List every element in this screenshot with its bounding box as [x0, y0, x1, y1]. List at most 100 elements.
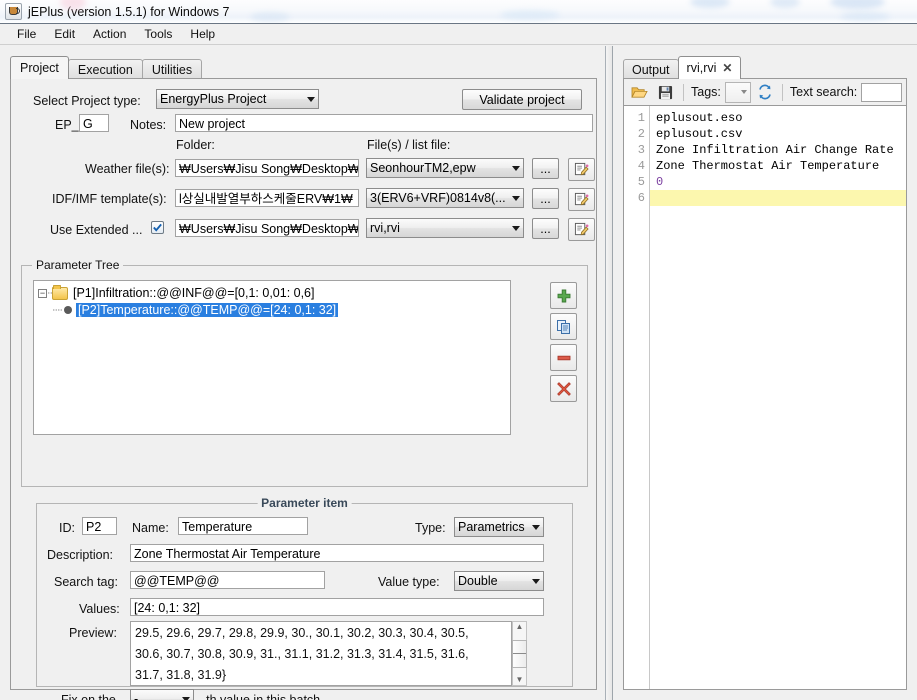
weather-browse-button[interactable]: ... [532, 158, 559, 179]
chevron-down-icon [740, 90, 747, 94]
tab-utilities[interactable]: Utilities [141, 59, 203, 80]
code-line: Zone Infiltration Air Change Rate [656, 143, 894, 157]
duplicate-parameter-button[interactable] [550, 313, 577, 340]
open-file-button[interactable] [628, 82, 650, 102]
tree-node-p2[interactable]: ‧‧‧‧ [P2]Temperature::@@TEMP@@=[24: 0,1:… [52, 302, 510, 318]
fix-value: - [134, 692, 139, 700]
folder-column-header: Folder: [176, 138, 215, 152]
validate-project-button[interactable]: Validate project [462, 89, 582, 110]
bullet-icon [64, 306, 72, 314]
menu-tools[interactable]: Tools [135, 25, 181, 43]
tags-label: Tags: [691, 85, 721, 99]
menu-bar: File Edit Action Tools Help [0, 24, 917, 45]
line-number: 3 [637, 143, 645, 157]
preview-line: 29.5, 29.6, 29.7, 29.8, 29.9, 30., 30.1,… [135, 626, 469, 640]
use-extended-checkbox[interactable] [151, 221, 164, 234]
chevron-down-icon [512, 225, 520, 231]
weather-files-label: Weather file(s): [85, 162, 170, 176]
name-input[interactable]: Temperature [178, 517, 308, 535]
parameter-tree[interactable]: − ‧‧ [P1]Infiltration::@@INF@@=[0,1: 0,0… [33, 280, 511, 435]
edit-pencil-icon [574, 192, 589, 206]
code-area[interactable]: eplusout.eso eplusout.csv Zone Infiltrat… [650, 106, 906, 689]
menu-action[interactable]: Action [84, 25, 135, 43]
idf-template-label: IDF/IMF template(s): [52, 192, 167, 206]
title-bar: jEPlus (version 1.5.1) for Windows 7 [0, 0, 917, 24]
weather-file-combo[interactable]: SeonhourTM2,epw [366, 158, 524, 178]
refresh-button[interactable] [755, 82, 775, 102]
text-search-input[interactable] [861, 82, 902, 102]
tab-project[interactable]: Project [10, 56, 69, 79]
tree-node-p2-label: [P2]Temperature::@@TEMP@@=[24: 0,1: 32] [76, 303, 339, 317]
idf-browse-button[interactable]: ... [532, 188, 559, 209]
save-file-button[interactable] [654, 82, 676, 102]
tree-connector: ‧‧‧‧ [52, 304, 63, 317]
expander-collapse-icon[interactable]: − [38, 288, 47, 298]
fix-value-combo[interactable]: - [130, 689, 194, 700]
tab-execution[interactable]: Execution [67, 59, 143, 80]
tab-rvi[interactable]: rvi,rvi ✕ [677, 56, 742, 79]
add-parameter-button[interactable] [550, 282, 577, 309]
menu-help[interactable]: Help [181, 25, 224, 43]
project-tab-panel: Select Project type: EnergyPlus Project … [10, 78, 597, 700]
line-number-gutter: 1 2 3 4 5 6 [624, 106, 650, 689]
text-search-label: Text search: [789, 85, 858, 99]
folder-icon [52, 284, 68, 300]
chevron-down-icon [532, 578, 540, 584]
id-input[interactable]: P2 [82, 517, 117, 535]
idf-edit-button[interactable] [568, 188, 595, 211]
value-type-label: Value type: [378, 575, 440, 589]
description-input[interactable]: Zone Thermostat Air Temperature [130, 544, 544, 562]
values-input[interactable]: [24: 0,1: 32] [130, 598, 544, 616]
value-type-combo[interactable]: Double [454, 571, 544, 591]
chevron-down-icon [307, 96, 315, 102]
window-title: jEPlus (version 1.5.1) for Windows 7 [28, 4, 230, 19]
delete-parameter-button[interactable] [550, 375, 577, 402]
search-tag-input[interactable]: @@TEMP@@ [130, 571, 325, 589]
scrollbar-thumb[interactable] [512, 639, 527, 668]
chevron-down-icon [512, 165, 520, 171]
weather-file-value: SeonhourTM2,epw [370, 161, 476, 175]
code-line-cursor [650, 190, 906, 206]
preview-textarea[interactable]: 29.5, 29.6, 29.7, 29.8, 29.9, 30., 30.1,… [130, 621, 512, 686]
extended-edit-button[interactable] [568, 218, 595, 241]
notes-input[interactable]: New project [175, 114, 593, 132]
type-combo[interactable]: Parametrics [454, 517, 544, 537]
rvi-text-editor[interactable]: 1 2 3 4 5 6 eplusout.eso eplusout.csv Zo… [623, 105, 907, 690]
project-type-label: Select Project type: [33, 94, 141, 108]
tags-combo[interactable] [724, 81, 751, 103]
menu-file[interactable]: File [8, 25, 45, 43]
extended-file-combo[interactable]: rvi,rvi [366, 218, 524, 238]
plus-icon [557, 289, 570, 302]
tab-output[interactable]: Output [623, 59, 679, 80]
preview-scrollbar[interactable]: ▲ ▼ [512, 621, 527, 686]
tab-output-label: Output [632, 63, 670, 77]
close-icon[interactable]: ✕ [722, 57, 732, 79]
copy-icon [556, 319, 570, 334]
scroll-down-icon[interactable]: ▼ [516, 675, 524, 685]
values-label: Values: [79, 602, 120, 616]
extended-folder-input[interactable]: ₩Users₩Jisu Song₩Desktop₩ [175, 219, 359, 237]
parameter-tree-group: Parameter Tree − ‧‧ [P1]Infiltration::@@… [21, 258, 588, 487]
extended-browse-button[interactable]: ... [532, 218, 559, 239]
tree-node-p1[interactable]: − ‧‧ [P1]Infiltration::@@INF@@=[0,1: 0,0… [38, 284, 510, 301]
menu-edit[interactable]: Edit [45, 25, 84, 43]
project-type-combo[interactable]: EnergyPlus Project [156, 89, 319, 109]
ep-version-input[interactable]: G [79, 114, 109, 132]
remove-parameter-button[interactable] [550, 344, 577, 371]
preview-line: 30.6, 30.7, 30.8, 30.9, 31., 31.1, 31.2,… [135, 647, 469, 661]
value-type-value: Double [458, 574, 498, 588]
preview-line: 31.7, 31.8, 31.9} [135, 668, 227, 682]
output-tab-strip: Output rvi,rvi ✕ [623, 56, 917, 80]
weather-folder-input[interactable]: ₩Users₩Jisu Song₩Desktop₩ [175, 159, 359, 177]
use-extended-label: Use Extended ... [50, 223, 143, 237]
edit-pencil-icon [574, 162, 589, 176]
line-number: 1 [637, 111, 645, 125]
panel-splitter[interactable] [606, 46, 613, 700]
line-number: 6 [637, 191, 645, 205]
weather-edit-button[interactable] [568, 158, 595, 181]
scroll-up-icon[interactable]: ▲ [516, 622, 524, 632]
red-x-icon [556, 381, 571, 396]
idf-folder-input[interactable]: l상실내발열부하스케줄ERV₩1₩ [175, 189, 359, 207]
idf-file-combo[interactable]: 3(ERV6+VRF)0814v8(... [366, 188, 524, 208]
refresh-icon [759, 84, 771, 100]
